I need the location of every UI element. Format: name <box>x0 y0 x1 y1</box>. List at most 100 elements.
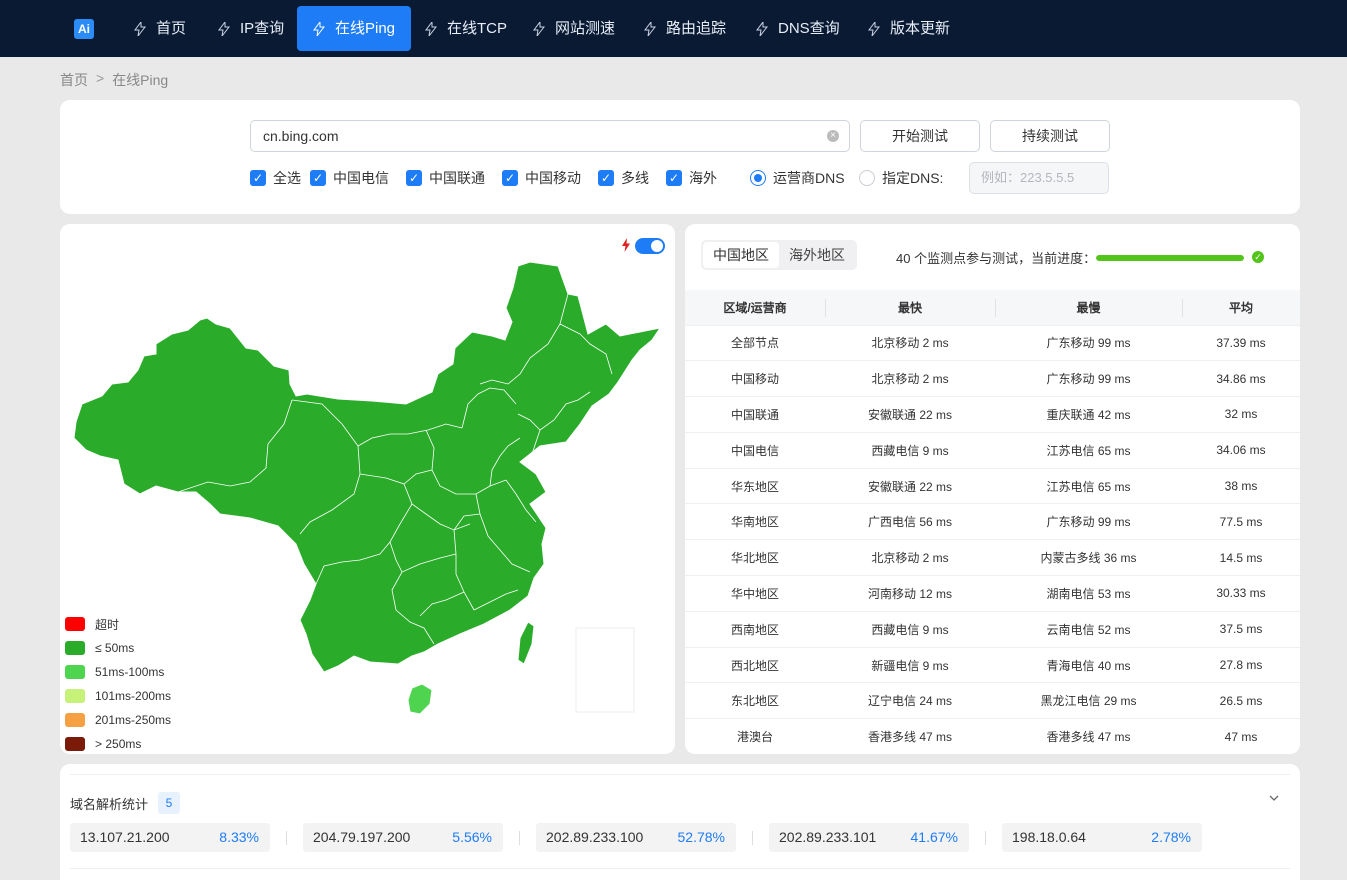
table-cell: 西藏电信 9 ms <box>825 610 995 648</box>
dns-stats-title: 域名解析统计 <box>70 796 149 812</box>
breadcrumb-current: 在线Ping <box>112 72 169 88</box>
nav-item-label: 路由追踪 <box>666 20 727 37</box>
clear-icon[interactable]: × <box>827 130 839 142</box>
table-cell: 港澳台 <box>685 718 825 754</box>
map-mainland <box>73 261 662 673</box>
map-taiwan <box>517 621 535 665</box>
checkbox-select-all[interactable]: ✓ 全选 <box>250 168 301 188</box>
legend-item: 201ms-250ms <box>65 708 171 732</box>
table-cell: 全部节点 <box>685 324 825 361</box>
ip-percentage: 41.67% <box>910 829 958 845</box>
radio-unchecked-icon <box>859 170 875 186</box>
checkbox-unicom[interactable]: ✓ 中国联通 <box>406 168 485 188</box>
radio-custom-dns[interactable]: 指定DNS: <box>859 168 943 188</box>
legend-swatch-250 <box>65 713 85 727</box>
table-cell: 安徽联通 22 ms <box>825 396 995 433</box>
nav-item-label: 版本更新 <box>890 20 951 37</box>
table-row: 华中地区 河南移动 12 ms 湖南电信 53 ms 30.33 ms <box>685 575 1300 612</box>
table-cell: 34.06 ms <box>1182 431 1300 469</box>
ip-address: 204.79.197.200 <box>313 829 411 845</box>
host-input[interactable]: cn.bing.com × <box>250 120 850 152</box>
ip-address: 202.89.233.101 <box>779 829 877 845</box>
radio-carrier-dns[interactable]: 运营商DNS <box>750 168 845 188</box>
checkbox-mobile[interactable]: ✓ 中国移动 <box>502 168 581 188</box>
nav-item-dns[interactable]: DNS查询 <box>740 6 856 51</box>
checkbox-multi[interactable]: ✓ 多线 <box>598 168 649 188</box>
continuous-test-button[interactable]: 持续测试 <box>990 120 1110 152</box>
bolt-icon <box>868 21 880 36</box>
table-cell: 47 ms <box>1182 718 1300 754</box>
table-cell: 26.5 ms <box>1182 682 1300 719</box>
table-cell: 西藏电信 9 ms <box>825 431 995 469</box>
column-header[interactable]: 区域/运营商 <box>685 290 825 325</box>
nav-item-tcp[interactable]: 在线TCP <box>409 6 523 51</box>
nav-item-ping[interactable]: 在线Ping <box>297 6 412 51</box>
bolt-icon <box>218 21 230 36</box>
nav-item-traceroute[interactable]: 路由追踪 <box>628 6 742 51</box>
checkbox-checked-icon: ✓ <box>666 170 682 186</box>
table-cell: 香港多线 47 ms <box>825 718 995 754</box>
radio-checked-icon <box>750 170 766 186</box>
table-row: 西北地区 新疆电信 9 ms 青海电信 40 ms 27.8 ms <box>685 646 1300 683</box>
checkbox-telecom[interactable]: ✓ 中国电信 <box>310 168 389 188</box>
nav-item-changelog[interactable]: 版本更新 <box>852 6 966 51</box>
tab-overseas[interactable]: 海外地区 <box>779 242 855 268</box>
table-cell: 内蒙古多线 36 ms <box>995 539 1182 576</box>
separator <box>519 831 520 845</box>
table-row: 中国联通 安徽联通 22 ms 重庆联通 42 ms 32 ms <box>685 396 1300 433</box>
legend-item: 101ms-200ms <box>65 684 171 708</box>
table-cell: 北京移动 2 ms <box>825 539 995 576</box>
progress-bar <box>1096 255 1244 261</box>
table-cell: 34.86 ms <box>1182 360 1300 397</box>
nav-item-ip-lookup[interactable]: IP查询 <box>202 6 300 51</box>
ip-address: 202.89.233.100 <box>546 829 644 845</box>
checkbox-label: 中国电信 <box>333 170 389 186</box>
dns-input[interactable]: 例如：223.5.5.5 <box>969 162 1109 194</box>
nav-item-speedtest[interactable]: 网站测速 <box>517 6 631 51</box>
search-card: cn.bing.com × 开始测试 持续测试 ✓ 全选 ✓ 中国电信 ✓ 中国… <box>60 100 1300 214</box>
legend-label: 51ms-100ms <box>95 665 165 679</box>
checkbox-label: 中国联通 <box>429 170 485 186</box>
bolt-icon <box>533 21 545 36</box>
separator <box>286 831 287 845</box>
table-cell: 华南地区 <box>685 503 825 540</box>
table-cell: 广西电信 56 ms <box>825 503 995 540</box>
table-cell: 青海电信 40 ms <box>995 646 1182 683</box>
checkbox-label: 多线 <box>621 170 649 186</box>
start-test-button[interactable]: 开始测试 <box>860 120 980 152</box>
results-table: 区域/运营商 最快 最慢 平均 全部节点 北京移动 2 ms 广东移动 99 ms 3… <box>685 290 1300 754</box>
nav-item-label: 首页 <box>156 20 187 37</box>
region-tabs: 中国地区 海外地区 <box>701 240 857 270</box>
tab-china[interactable]: 中国地区 <box>703 242 779 268</box>
nav-item-home[interactable]: 首页 <box>118 6 202 51</box>
radio-label: 指定DNS: <box>882 170 944 186</box>
table-cell: 北京移动 2 ms <box>825 360 995 397</box>
chevron-down-icon[interactable] <box>1268 792 1280 804</box>
ip-stat-item: 202.89.233.101 41.67% <box>769 823 969 852</box>
check-icon: ✓ <box>1252 251 1264 263</box>
column-header[interactable]: 最慢 <box>995 290 1182 325</box>
ip-address: 198.18.0.64 <box>1012 829 1086 845</box>
legend-label: ≤ 50ms <box>95 641 135 655</box>
legend-label: > 250ms <box>95 737 142 751</box>
map-legend: 超时 ≤ 50ms 51ms-100ms 101ms-200ms 201ms-2… <box>65 612 171 756</box>
table-cell: 77.5 ms <box>1182 503 1300 540</box>
table-cell: 北京移动 2 ms <box>825 324 995 361</box>
column-header[interactable]: 最快 <box>825 290 995 325</box>
column-header[interactable]: 平均 <box>1182 290 1300 325</box>
breadcrumb-home[interactable]: 首页 <box>60 70 88 90</box>
table-cell: 香港多线 47 ms <box>995 718 1182 754</box>
table-cell: 中国移动 <box>685 360 825 397</box>
table-cell: 32 ms <box>1182 396 1300 433</box>
table-cell: 湖南电信 53 ms <box>995 575 1182 612</box>
table-cell: 华东地区 <box>685 467 825 504</box>
legend-item: 51ms-100ms <box>65 660 171 684</box>
table-cell: 14.5 ms <box>1182 539 1300 576</box>
separator <box>985 831 986 845</box>
table-cell: 东北地区 <box>685 682 825 719</box>
checkbox-overseas[interactable]: ✓ 海外 <box>666 168 717 188</box>
logo[interactable]: Ai <box>74 19 94 39</box>
legend-swatch-100 <box>65 665 85 679</box>
bolt-icon <box>425 21 437 36</box>
dns-stats-header[interactable]: 域名解析统计 5 <box>70 792 181 814</box>
